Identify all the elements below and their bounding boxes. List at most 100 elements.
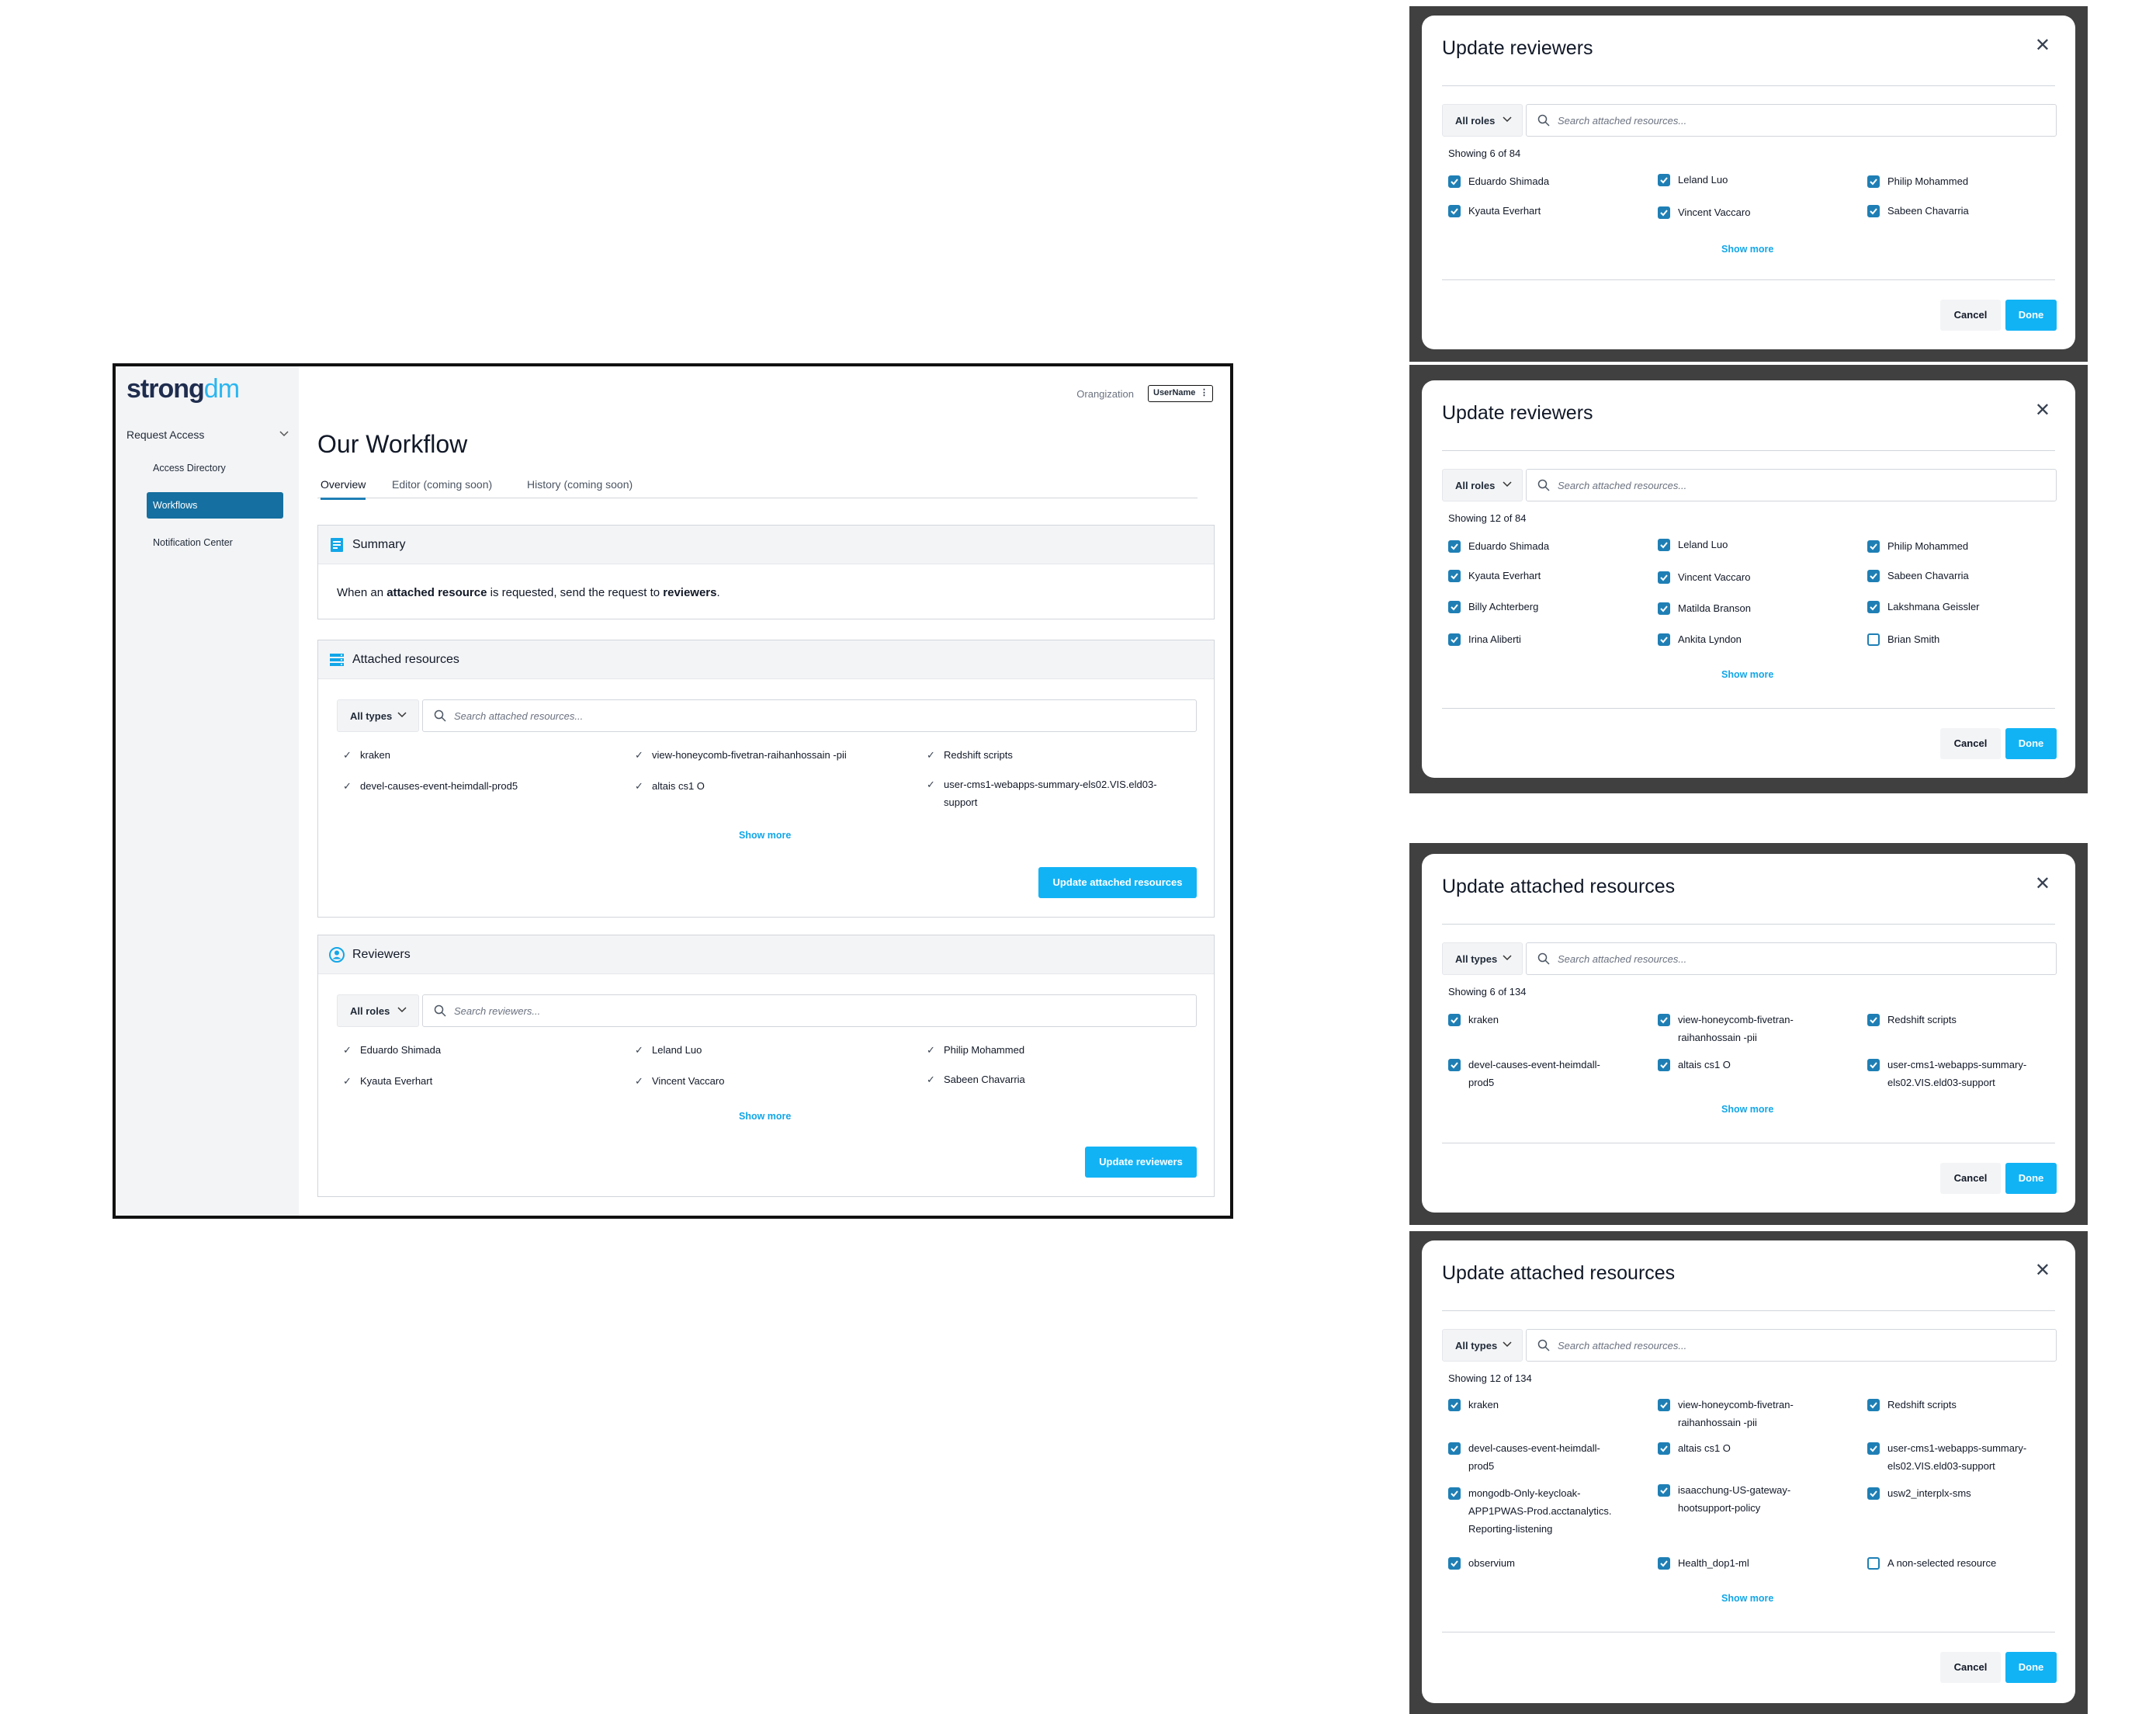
close-icon[interactable]: ✕ xyxy=(2035,1259,2050,1282)
checkbox-item[interactable]: devel-causes-event-heimdall- prod5 xyxy=(1448,1056,1600,1091)
checkbox-checked-icon[interactable] xyxy=(1658,1059,1670,1071)
checkbox-item[interactable]: Kyauta Everhart xyxy=(1448,202,1541,220)
checkbox-checked-icon[interactable] xyxy=(1658,633,1670,646)
checkbox-item[interactable]: Philip Mohammed xyxy=(1867,172,1968,190)
checkbox-item[interactable]: kraken xyxy=(1448,1396,1499,1414)
sidebar-section-request-access[interactable]: Request Access xyxy=(127,428,289,441)
type-filter-dropdown[interactable]: All types xyxy=(1442,942,1523,975)
show-more-link[interactable]: Show more xyxy=(1721,669,1773,680)
checkbox-checked-icon[interactable] xyxy=(1658,1442,1670,1455)
checkbox-checked-icon[interactable] xyxy=(1448,1399,1461,1411)
checkbox-item[interactable]: A non-selected resource xyxy=(1867,1554,1996,1572)
checkbox-item[interactable]: isaacchung-US-gateway- hootsupport-polic… xyxy=(1658,1481,1790,1517)
checkbox-checked-icon[interactable] xyxy=(1867,570,1880,582)
strongdm-logo[interactable]: strongdm xyxy=(127,374,240,404)
checkbox-checked-icon[interactable] xyxy=(1867,1487,1880,1500)
checkbox-item[interactable]: Lakshmana Geissler xyxy=(1867,598,1980,616)
checkbox-item[interactable]: Irina Aliberti xyxy=(1448,630,1521,648)
reviewer-role-filter[interactable]: All roles xyxy=(337,994,419,1027)
show-more-link[interactable]: Show more xyxy=(739,1111,791,1122)
cancel-button[interactable]: Cancel xyxy=(1940,728,2001,759)
checkbox-unchecked-icon[interactable] xyxy=(1867,633,1880,646)
checkbox-checked-icon[interactable] xyxy=(1867,175,1880,188)
done-button[interactable]: Done xyxy=(2005,1163,2057,1194)
resource-type-filter[interactable]: All types xyxy=(337,699,419,732)
checkbox-item[interactable]: Redshift scripts xyxy=(1867,1011,1957,1029)
checkbox-checked-icon[interactable] xyxy=(1658,174,1670,186)
checkbox-item[interactable]: view-honeycomb-fivetran- raihanhossain -… xyxy=(1658,1396,1794,1431)
checkbox-item[interactable]: user-cms1-webapps-summary- els02.VIS.eld… xyxy=(1867,1056,2026,1091)
done-button[interactable]: Done xyxy=(2005,728,2057,759)
role-filter-dropdown[interactable]: All roles xyxy=(1442,104,1523,137)
checkbox-item[interactable]: view-honeycomb-fivetran- raihanhossain -… xyxy=(1658,1011,1794,1046)
checkbox-item[interactable]: Vincent Vaccaro xyxy=(1658,203,1750,221)
checkbox-checked-icon[interactable] xyxy=(1658,1557,1670,1570)
checkbox-checked-icon[interactable] xyxy=(1867,205,1880,217)
checkbox-item[interactable]: Redshift scripts xyxy=(1867,1396,1957,1414)
checkbox-item[interactable]: kraken xyxy=(1448,1011,1499,1029)
resource-search-input[interactable]: Search attached resources... xyxy=(422,699,1197,732)
checkbox-item[interactable]: observium xyxy=(1448,1554,1515,1572)
close-icon[interactable]: ✕ xyxy=(2035,399,2050,422)
modal-search-input[interactable]: Search attached resources... xyxy=(1526,1329,2057,1362)
checkbox-checked-icon[interactable] xyxy=(1658,571,1670,584)
checkbox-checked-icon[interactable] xyxy=(1867,601,1880,613)
checkbox-item[interactable]: Philip Mohammed xyxy=(1867,537,1968,555)
show-more-link[interactable]: Show more xyxy=(1721,244,1773,255)
checkbox-checked-icon[interactable] xyxy=(1867,1442,1880,1455)
checkbox-checked-icon[interactable] xyxy=(1867,1399,1880,1411)
checkbox-checked-icon[interactable] xyxy=(1448,540,1461,553)
checkbox-item[interactable]: altais cs1 O xyxy=(1658,1439,1731,1457)
show-more-link[interactable]: Show more xyxy=(739,830,791,841)
checkbox-checked-icon[interactable] xyxy=(1448,633,1461,646)
checkbox-item[interactable]: Matilda Branson xyxy=(1658,599,1751,617)
modal-search-input[interactable]: Search attached resources... xyxy=(1526,942,2057,975)
sidebar-item-notification-center[interactable]: Notification Center xyxy=(147,529,283,556)
checkbox-item[interactable]: user-cms1-webapps-summary- els02.VIS.eld… xyxy=(1867,1439,2026,1475)
checkbox-checked-icon[interactable] xyxy=(1448,1557,1461,1570)
modal-search-input[interactable]: Search attached resources... xyxy=(1526,104,2057,137)
checkbox-item[interactable]: Sabeen Chavarria xyxy=(1867,567,1969,585)
checkbox-item[interactable]: Health_dop1-ml xyxy=(1658,1554,1749,1572)
checkbox-unchecked-icon[interactable] xyxy=(1867,1557,1880,1570)
done-button[interactable]: Done xyxy=(2005,1652,2057,1683)
checkbox-checked-icon[interactable] xyxy=(1448,570,1461,582)
sidebar-item-access-directory[interactable]: Access Directory xyxy=(147,455,283,481)
checkbox-item[interactable]: Sabeen Chavarria xyxy=(1867,202,1969,220)
checkbox-checked-icon[interactable] xyxy=(1448,1059,1461,1071)
checkbox-item[interactable]: mongodb-Only-keycloak- APP1PWAS-Prod.acc… xyxy=(1448,1484,1611,1538)
checkbox-item[interactable]: usw2_interplx-sms xyxy=(1867,1484,1971,1502)
modal-search-input[interactable]: Search attached resources... xyxy=(1526,469,2057,501)
checkbox-item[interactable]: Kyauta Everhart xyxy=(1448,567,1541,585)
type-filter-dropdown[interactable]: All types xyxy=(1442,1329,1523,1362)
done-button[interactable]: Done xyxy=(2005,300,2057,331)
checkbox-checked-icon[interactable] xyxy=(1658,1014,1670,1026)
reviewer-search-input[interactable]: Search reviewers... xyxy=(422,994,1197,1027)
checkbox-item[interactable]: devel-causes-event-heimdall- prod5 xyxy=(1448,1439,1600,1475)
role-filter-dropdown[interactable]: All roles xyxy=(1442,469,1523,501)
checkbox-checked-icon[interactable] xyxy=(1448,1442,1461,1455)
update-reviewers-button[interactable]: Update reviewers xyxy=(1085,1147,1197,1178)
close-icon[interactable]: ✕ xyxy=(2035,34,2050,57)
checkbox-checked-icon[interactable] xyxy=(1448,1487,1461,1500)
checkbox-checked-icon[interactable] xyxy=(1658,539,1670,551)
checkbox-checked-icon[interactable] xyxy=(1867,540,1880,553)
close-icon[interactable]: ✕ xyxy=(2035,873,2050,895)
checkbox-checked-icon[interactable] xyxy=(1658,1484,1670,1497)
cancel-button[interactable]: Cancel xyxy=(1940,300,2001,331)
checkbox-checked-icon[interactable] xyxy=(1658,602,1670,615)
checkbox-checked-icon[interactable] xyxy=(1658,1399,1670,1411)
tab-history[interactable]: History (coming soon) xyxy=(527,478,633,491)
cancel-button[interactable]: Cancel xyxy=(1940,1652,2001,1683)
checkbox-checked-icon[interactable] xyxy=(1448,205,1461,217)
sidebar-item-workflows[interactable]: Workflows xyxy=(147,492,283,519)
tab-overview[interactable]: Overview xyxy=(321,478,366,500)
user-menu-button[interactable]: UserName ⋮ xyxy=(1148,385,1213,402)
show-more-link[interactable]: Show more xyxy=(1721,1104,1773,1115)
checkbox-checked-icon[interactable] xyxy=(1867,1014,1880,1026)
tab-editor[interactable]: Editor (coming soon) xyxy=(392,478,492,491)
checkbox-item[interactable]: Leland Luo xyxy=(1658,536,1728,553)
cancel-button[interactable]: Cancel xyxy=(1940,1163,2001,1194)
checkbox-checked-icon[interactable] xyxy=(1448,1014,1461,1026)
checkbox-checked-icon[interactable] xyxy=(1867,1059,1880,1071)
